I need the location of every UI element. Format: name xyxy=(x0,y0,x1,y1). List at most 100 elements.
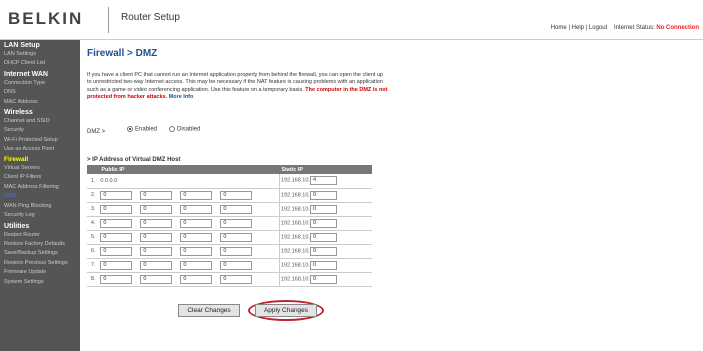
page-title: Firewall > DMZ xyxy=(87,48,158,59)
top-links: Home | Help | Logout Internet Status: No… xyxy=(551,25,699,31)
sidebar-item-dmz[interactable]: DMZ xyxy=(0,192,80,201)
public-ip-cell: 0000 xyxy=(99,244,280,259)
public-ip-octet-input[interactable]: 0 xyxy=(220,204,253,214)
sidebar-section-lan-setup[interactable]: LAN Setup xyxy=(0,40,80,50)
sidebar-item-access-point[interactable]: Use as Access Point xyxy=(0,145,80,154)
static-ip-cell: 192.168.10. 0 xyxy=(278,272,372,287)
public-ip-octet-input[interactable]: 0 xyxy=(180,232,213,242)
public-ip-octet-input[interactable]: 0 xyxy=(140,274,173,284)
static-ip-last-octet-input[interactable]: 0 xyxy=(309,274,337,284)
sidebar-item-mac-address[interactable]: MAC Address xyxy=(0,98,80,107)
sidebar-item-restore-previous-settings[interactable]: Restore Previous Settings xyxy=(0,259,80,268)
public-ip-octet-input[interactable]: 0 xyxy=(140,190,173,200)
static-ip-cell: 192.168.10. 0 xyxy=(278,230,372,245)
disabled-radio[interactable]: Disabled xyxy=(169,126,200,133)
clear-changes-button[interactable]: Clear Changes xyxy=(178,304,240,317)
static-ip-last-octet-input[interactable]: 4 xyxy=(309,176,337,186)
static-ip-last-octet-input[interactable]: 0 xyxy=(309,190,337,200)
sidebar-item-system-settings[interactable]: System Settings xyxy=(0,278,80,287)
sidebar-item-firmware-update[interactable]: Firmware Update xyxy=(0,268,80,277)
public-ip-octet-input[interactable]: 0 xyxy=(100,204,133,214)
row-number: 3. xyxy=(87,202,100,217)
public-ip-octet-input[interactable]: 0 xyxy=(100,274,133,284)
public-ip-octet-input[interactable]: 0 xyxy=(140,246,173,256)
link-separator: | xyxy=(585,25,588,31)
static-ip-last-octet-input[interactable]: 0 xyxy=(309,260,337,270)
sidebar-section-firewall[interactable]: Firewall xyxy=(0,155,80,164)
table-row: 7. 0 0 0 0 192.168.10. 0 xyxy=(87,258,372,273)
public-ip-octet-input[interactable]: 0 xyxy=(180,246,213,256)
table-row: 1. 0.0.0.0 192.168.10. 4 xyxy=(87,174,372,189)
public-ip-octet-input[interactable]: 0 xyxy=(100,218,133,228)
public-ip-octet-input[interactable]: 0 xyxy=(140,204,173,214)
public-ip-octet-input[interactable]: 0 xyxy=(220,246,253,256)
sidebar-item-wifi-protected-setup[interactable]: Wi-Fi Protected Setup xyxy=(0,136,80,145)
public-ip-octet-input[interactable]: 0 xyxy=(140,218,173,228)
public-ip-octet-input[interactable]: 0 xyxy=(100,190,133,200)
public-ip-cell: 0000 xyxy=(99,272,280,287)
public-ip-octet-input[interactable]: 0 xyxy=(100,232,133,242)
apply-changes-button[interactable]: Apply Changes xyxy=(255,304,317,317)
sidebar-item-virtual-servers[interactable]: Virtual Servers xyxy=(0,164,80,173)
belkin-logo[interactable]: BELKIN xyxy=(8,9,83,29)
static-ip-prefix: 192.168.10. xyxy=(280,220,310,226)
public-ip-octet-input[interactable]: 0 xyxy=(180,274,213,284)
public-ip-octet-input[interactable]: 0 xyxy=(180,190,213,200)
public-ip-octet-input[interactable]: 0 xyxy=(220,190,253,200)
table-row: 5. 0 0 0 0 192.168.10. 0 xyxy=(87,230,372,245)
static-ip-last-octet-input[interactable]: 0 xyxy=(309,232,337,242)
sidebar-item-save-backup-settings[interactable]: Save/Backup Settings xyxy=(0,249,80,258)
sidebar-item-dns[interactable]: DNS xyxy=(0,88,80,97)
static-ip-last-octet-input[interactable]: 0 xyxy=(309,246,337,256)
sidebar-item-client-ip-filters[interactable]: Client IP Filters xyxy=(0,173,80,182)
intro-text: If you have a client PC that cannot run … xyxy=(87,72,389,102)
sidebar-item-channel-ssid[interactable]: Channel and SSID xyxy=(0,117,80,126)
help-link[interactable]: Help xyxy=(572,25,584,31)
sidebar-item-security[interactable]: Security xyxy=(0,126,80,135)
static-ip-prefix: 192.168.10. xyxy=(280,276,310,282)
sidebar-section-wireless[interactable]: Wireless xyxy=(0,107,80,117)
sidebar-section-internet-wan[interactable]: Internet WAN xyxy=(0,69,80,79)
internet-status-label: Internet Status: xyxy=(613,25,655,31)
static-ip-prefix: 192.168.10. xyxy=(280,234,310,240)
logout-link[interactable]: Logout xyxy=(589,25,607,31)
home-link[interactable]: Home xyxy=(551,25,567,31)
static-ip-last-octet-input[interactable]: 0 xyxy=(309,204,337,214)
public-ip-octet-input[interactable]: 0 xyxy=(180,260,213,270)
public-ip-cell: 0000 xyxy=(99,230,280,245)
public-ip-octet-input[interactable]: 0 xyxy=(220,218,253,228)
public-ip-octet-input[interactable]: 0 xyxy=(140,260,173,270)
table-row: 3. 0 0 0 0 192.168.10. 0 xyxy=(87,202,372,217)
row-number: 2. xyxy=(87,188,100,203)
sidebar-item-connection-type[interactable]: Connection Type xyxy=(0,79,80,88)
sidebar-item-security-log[interactable]: Security Log xyxy=(0,211,80,220)
row-number: 4. xyxy=(87,216,100,231)
enabled-label: Enabled xyxy=(135,126,158,133)
table-row: 2. 0 0 0 0 192.168.10. 0 xyxy=(87,188,372,203)
public-ip-octet-input[interactable]: 0 xyxy=(100,260,133,270)
table-row: 6. 0 0 0 0 192.168.10. 0 xyxy=(87,244,372,259)
public-ip-octet-input[interactable]: 0 xyxy=(220,274,253,284)
public-ip-octet-input[interactable]: 0 xyxy=(180,218,213,228)
public-ip-cell: 0000 xyxy=(99,202,280,217)
row-number: 1. xyxy=(87,174,100,189)
sidebar-item-lan-settings[interactable]: LAN Settings xyxy=(0,50,80,59)
sidebar-item-restore-factory-defaults[interactable]: Restore Factory Defaults xyxy=(0,240,80,249)
public-ip-octet-input[interactable]: 0 xyxy=(220,260,253,270)
sidebar-item-mac-address-filtering[interactable]: MAC Address Filtering xyxy=(0,183,80,192)
sidebar-item-wan-ping-blocking[interactable]: WAN Ping Blocking xyxy=(0,202,80,211)
sidebar: LAN Setup LAN Settings DHCP Client List … xyxy=(0,40,80,351)
public-ip-octet-input[interactable]: 0 xyxy=(140,232,173,242)
public-ip-cell: 0.0.0.0 xyxy=(99,174,280,189)
table-row: 4. 0 0 0 0 192.168.10. 0 xyxy=(87,216,372,231)
public-ip-octet-input[interactable]: 0 xyxy=(180,204,213,214)
radio-empty-icon xyxy=(169,126,175,132)
sidebar-section-utilities[interactable]: Utilities xyxy=(0,221,80,231)
more-info-link[interactable]: More Info xyxy=(169,94,194,100)
sidebar-item-dhcp-client-list[interactable]: DHCP Client List xyxy=(0,59,80,68)
enabled-radio[interactable]: Enabled xyxy=(127,126,157,133)
public-ip-octet-input[interactable]: 0 xyxy=(100,246,133,256)
sidebar-item-restart-router[interactable]: Restart Router xyxy=(0,231,80,240)
public-ip-octet-input[interactable]: 0 xyxy=(220,232,253,242)
static-ip-last-octet-input[interactable]: 0 xyxy=(309,218,337,228)
